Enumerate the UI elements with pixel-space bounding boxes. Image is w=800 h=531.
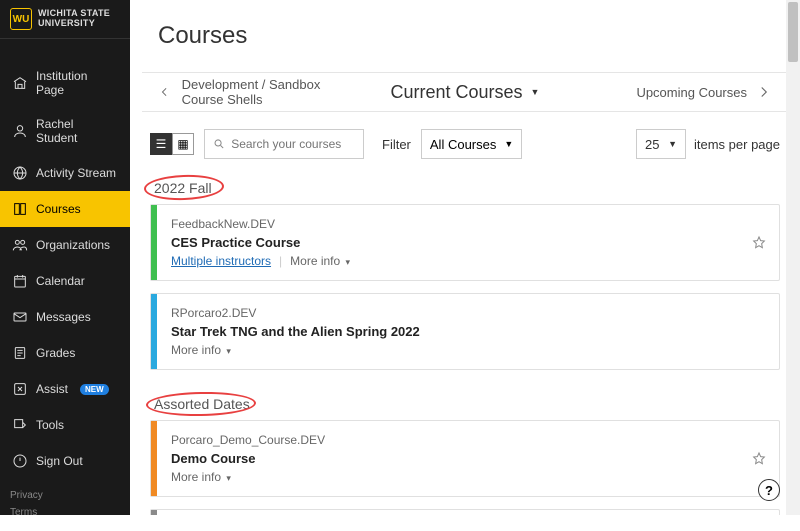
footer-links: Privacy Terms: [0, 479, 130, 531]
grades-icon: [12, 345, 28, 361]
nav-user[interactable]: Rachel Student: [0, 107, 130, 155]
grid-view-button[interactable]: ▦: [172, 133, 194, 155]
filter-select[interactable]: All Courses▼: [421, 129, 522, 159]
term-navigator: Development / Sandbox Course Shells Curr…: [142, 72, 788, 112]
course-title: Demo Course: [171, 451, 765, 466]
term-heading: Assorted Dates: [154, 396, 250, 412]
user-icon: [12, 123, 28, 139]
institution-icon: [12, 75, 28, 91]
nav-tools[interactable]: Tools: [0, 407, 130, 443]
logo-mark: WU: [10, 8, 32, 30]
nav-assist[interactable]: AssistNEW: [0, 371, 130, 407]
arrow-right-icon[interactable]: [755, 83, 773, 101]
current-term-dropdown[interactable]: Current Courses ▼: [362, 82, 567, 103]
nav-grades[interactable]: Grades: [0, 335, 130, 371]
course-code: FeedbackNew.DEV: [171, 217, 765, 231]
more-info-toggle[interactable]: More info ▾: [171, 343, 231, 357]
instructors-link[interactable]: Multiple instructors: [171, 254, 271, 268]
mail-icon: [12, 309, 28, 325]
search-input[interactable]: [231, 137, 355, 151]
search-icon: [213, 137, 225, 151]
favorite-star-icon[interactable]: [751, 451, 767, 467]
perpage-select[interactable]: 25▼: [636, 129, 686, 159]
controls-bar: ☰ ▦ Filter All Courses▼ 25▼ items per pa…: [130, 122, 800, 166]
course-list: 2022 Fall FeedbackNew.DEV CES Practice C…: [130, 166, 800, 515]
prev-term-link[interactable]: Development / Sandbox Course Shells: [182, 77, 363, 107]
nav-institution[interactable]: Institution Page: [0, 59, 130, 107]
caret-down-icon: ▼: [504, 139, 513, 149]
signout-icon: [12, 453, 28, 469]
brand-logo: WU Wichita StateUniversity: [0, 0, 130, 39]
course-title: Star Trek TNG and the Alien Spring 2022: [171, 324, 765, 339]
nav-organizations[interactable]: Organizations: [0, 227, 130, 263]
nav-calendar[interactable]: Calendar: [0, 263, 130, 299]
privacy-link[interactable]: Privacy: [10, 487, 120, 504]
assist-icon: [12, 381, 28, 397]
logo-text: Wichita StateUniversity: [38, 9, 110, 29]
course-card[interactable]: Porcaro_Demo_Course.DEV Demo Course More…: [150, 420, 780, 497]
course-card[interactable]: RPorcaro2.DEV Star Trek TNG and the Alie…: [150, 293, 780, 370]
filter-label: Filter: [382, 137, 411, 152]
new-badge: NEW: [80, 384, 109, 395]
perpage-label: items per page: [694, 137, 780, 152]
nav-activity[interactable]: Activity Stream: [0, 155, 130, 191]
more-info-toggle[interactable]: More info ▾: [171, 470, 231, 484]
main-area: Courses Development / Sandbox Course She…: [130, 0, 800, 515]
nav-list: Institution Page Rachel Student Activity…: [0, 59, 130, 479]
terms-link[interactable]: Terms: [10, 504, 120, 521]
sidebar: WU Wichita StateUniversity Institution P…: [0, 0, 130, 515]
favorite-star-icon[interactable]: [751, 235, 767, 251]
course-code: RPorcaro2.DEV: [171, 306, 765, 320]
course-code: Porcaro_Demo_Course.DEV: [171, 433, 765, 447]
nav-messages[interactable]: Messages: [0, 299, 130, 335]
scrollbar[interactable]: [786, 0, 800, 515]
course-card[interactable]: RPorcaro_SandboxOriginal.dev RPorcaro_Sa…: [150, 509, 780, 515]
book-icon: [12, 201, 28, 217]
next-term-link[interactable]: Upcoming Courses: [636, 85, 747, 100]
page-title: Courses: [130, 0, 800, 72]
list-view-button[interactable]: ☰: [150, 133, 172, 155]
term-heading: 2022 Fall: [154, 180, 212, 196]
scrollbar-thumb[interactable]: [788, 2, 798, 62]
course-card[interactable]: FeedbackNew.DEV CES Practice Course Mult…: [150, 204, 780, 281]
calendar-icon: [12, 273, 28, 289]
more-info-toggle[interactable]: More info ▾: [290, 254, 350, 268]
arrow-left-icon[interactable]: [157, 83, 172, 101]
nav-signout[interactable]: Sign Out: [0, 443, 130, 479]
nav-courses[interactable]: Courses: [0, 191, 130, 227]
globe-icon: [12, 165, 28, 181]
people-icon: [12, 237, 28, 253]
tools-icon: [12, 417, 28, 433]
caret-down-icon: ▼: [668, 139, 677, 149]
caret-down-icon: ▼: [531, 87, 540, 97]
course-title: CES Practice Course: [171, 235, 765, 250]
search-field[interactable]: [204, 129, 364, 159]
help-button[interactable]: ?: [758, 479, 780, 501]
